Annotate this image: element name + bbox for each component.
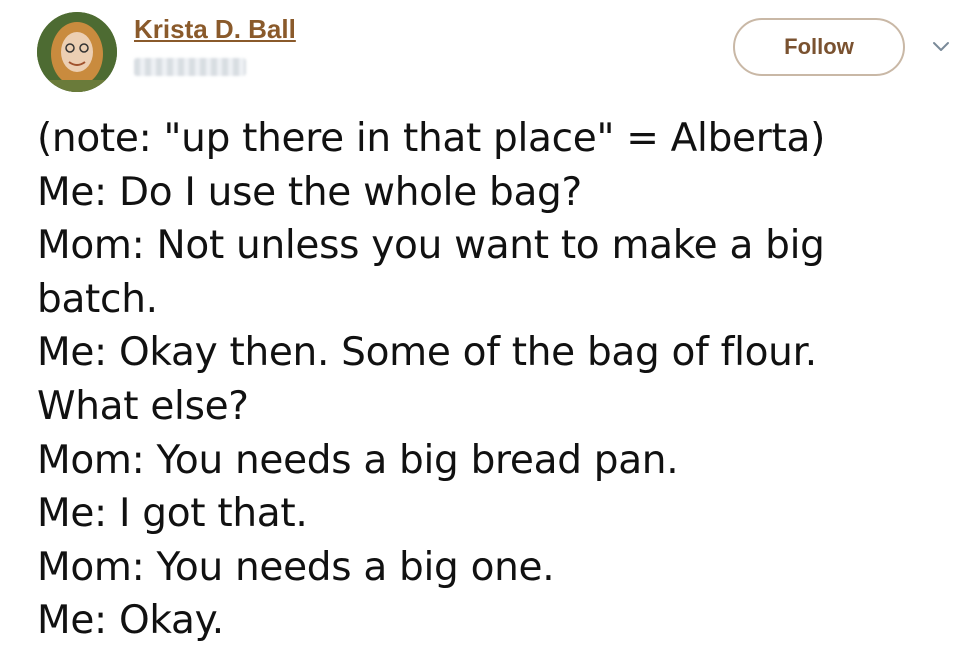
tweet-line: Me: Do I use the whole bag? — [37, 169, 582, 215]
follow-button[interactable]: Follow — [733, 18, 905, 76]
tweet-line: Mom: You needs a big bread pan. — [37, 437, 679, 483]
chevron-down-icon[interactable] — [931, 36, 951, 56]
author-handle-blurred — [134, 58, 246, 76]
tweet-line: Mom: Not unless you want to make a big — [37, 223, 825, 269]
tweet-line: (note: "up there in that place" = Albert… — [37, 116, 825, 161]
tweet-line: What else? — [37, 383, 249, 429]
tweet-line: Me: Okay then. Some of the bag of flour. — [37, 330, 817, 376]
tweet-line: Me: I got that. — [37, 491, 308, 537]
tweet-line: Me: Okay. — [37, 598, 224, 644]
user-avatar-image — [37, 12, 117, 92]
author-display-name[interactable]: Krista D. Ball — [134, 14, 296, 45]
tweet-line: batch. — [37, 276, 158, 322]
tweet-line: Mom: You needs a big one. — [37, 544, 555, 590]
tweet-text: (note: "up there in that place" = Albert… — [37, 112, 967, 648]
avatar[interactable] — [37, 12, 117, 92]
